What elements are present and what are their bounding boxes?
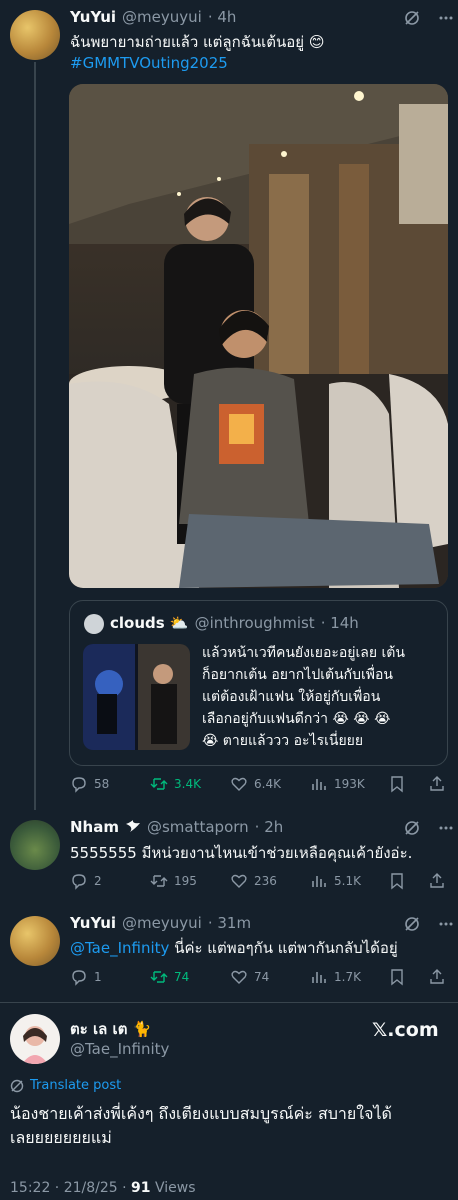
retweet-count: 195 [174,874,197,888]
views-button[interactable]: 5.1K [310,872,361,890]
share-icon [430,873,444,888]
view-count: 193K [334,777,365,791]
like-count: 6.4K [254,777,281,791]
translate-post-link[interactable]: Translate post [30,1078,121,1093]
share-icon [430,776,444,791]
post-text: น้องชายเค้าส่งพี่เค้งๆ ถึงเตียงแบบสมบูรณ… [10,1104,392,1123]
retweet-button[interactable]: 74 [150,968,189,986]
author-name[interactable]: Nham [70,818,119,836]
quote-line: แล้วหน้าเวทีคนยังเยอะอยู่เลย เต้น [202,645,405,661]
post-timestamp[interactable]: 15:22 · 21/8/25 · [10,1180,131,1196]
quote-line: ก็อยากเต้น อยากไปเต้นกับเพื่อน [202,667,394,683]
avatar[interactable] [10,820,60,870]
quote-photo [83,644,190,750]
more-icon[interactable] [438,916,454,932]
retweet-count: 74 [174,970,190,984]
author-name[interactable]: YuYui [70,8,116,26]
post-photo[interactable] [69,84,448,588]
post-text: 5555555 มีหน่วยงานไหนเข้าช่วยเหลือคุณเค้… [70,844,413,862]
bookmark-button[interactable] [388,775,406,793]
share-button[interactable] [428,968,446,986]
post-text: เลยยยยยยยแม่ [10,1128,112,1147]
quote-line: เลือกอยู่กับแฟนดีกว่า 😭 😭 😭 [202,711,391,727]
reply-button[interactable]: 58 [70,775,109,793]
retweet-button[interactable]: 3.4K [150,775,201,793]
reply-icon [72,970,86,986]
avatar[interactable] [10,10,60,60]
post-time[interactable]: · 4h [208,8,237,26]
views-icon [312,779,326,790]
heart-icon [231,874,247,888]
retweet-icon [150,778,168,790]
author-name[interactable]: ตะ เล เต 🐈 [70,1017,151,1041]
retweet-button[interactable]: 195 [150,872,197,890]
author-handle[interactable]: @smattaporn [147,818,249,836]
bookmark-icon [391,776,403,793]
reply-button[interactable]: 2 [70,872,102,890]
like-button[interactable]: 236 [230,872,277,890]
retweet-icon [150,875,168,887]
share-button[interactable] [428,872,446,890]
post-text: ฉันพยายามถ่ายแล้ว แต่ลูกฉันเต้นอยู่ 😊 [70,33,325,51]
bookmark-button[interactable] [388,968,406,986]
heart-icon [231,777,247,791]
avatar[interactable] [10,916,60,966]
share-button[interactable] [428,775,446,793]
share-icon [430,969,444,984]
quote-author-handle: @inthroughmist [194,614,315,632]
reply-icon [72,874,86,890]
grok-icon[interactable] [404,10,420,26]
author-name[interactable]: YuYui [70,914,116,932]
views-icon [312,972,326,983]
reply-count: 58 [94,777,110,791]
bookmark-icon [391,873,403,890]
photo-scene [69,84,448,588]
mention-link[interactable]: @Tae_Infinity [70,939,169,957]
quote-avatar [84,614,104,634]
views-icon [312,876,326,887]
thread-line [34,62,36,810]
views-button[interactable]: 1.7K [310,968,361,986]
views-label: Views [154,1180,196,1196]
quote-time: · 14h [320,614,359,632]
post-text: นี่ค่ะ แต่พอๆกัน แต่พากันกลับได้อยู่ [169,939,398,957]
translate-icon [10,1079,24,1092]
author-handle[interactable]: @meyuyui [122,914,202,932]
view-count: 5.1K [334,874,361,888]
hashtag-link[interactable]: #GMMTVOuting2025 [70,53,450,74]
post-time[interactable]: · 2h [255,818,284,836]
grok-icon[interactable] [404,916,420,932]
grok-icon[interactable] [404,820,420,836]
reply-button[interactable]: 1 [70,968,102,986]
bookmark-icon [391,969,403,986]
author-handle[interactable]: @meyuyui [122,8,202,26]
post-time[interactable]: · 31m [208,914,251,932]
views-count: 91 [131,1180,151,1196]
heart-icon [231,970,247,984]
like-count: 236 [254,874,277,888]
more-icon[interactable] [438,820,454,836]
verified-icon [125,820,140,832]
author-handle[interactable]: @Tae_Infinity [70,1040,169,1058]
like-button[interactable]: 6.4K [230,775,281,793]
retweet-count: 3.4K [174,777,201,791]
quote-line: 😭 ตายแล้ววว อะไรเนี่ยยย [202,733,364,749]
like-button[interactable]: 74 [230,968,269,986]
avatar[interactable] [10,1014,60,1064]
views-button[interactable]: 193K [310,775,365,793]
more-icon[interactable] [438,10,454,26]
quote-author-name: clouds ⛅ [110,614,189,632]
reply-icon [72,777,86,793]
retweet-icon [150,971,168,983]
divider [0,1002,458,1003]
like-count: 74 [254,970,270,984]
view-count: 1.7K [334,970,361,984]
x-brand-label: 𝕏.com [372,1019,439,1041]
quote-line: แต่ต้องเฝ้าแฟน ให้อยู่กับเพื่อน [202,689,381,705]
reply-count: 2 [94,874,102,888]
bookmark-button[interactable] [388,872,406,890]
reply-count: 1 [94,970,102,984]
